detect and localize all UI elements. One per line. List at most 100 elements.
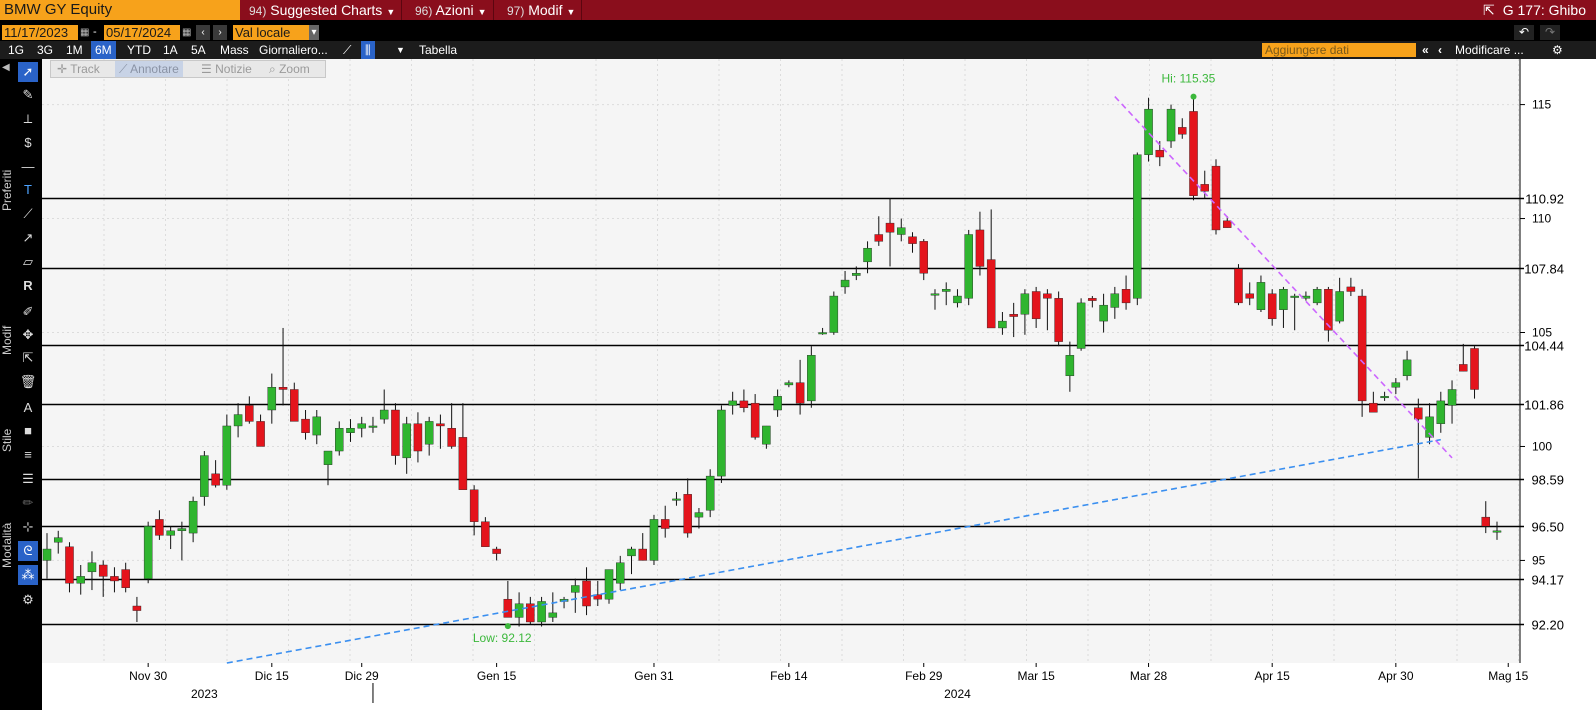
- trendline-icon[interactable]: ⟋: [18, 204, 38, 224]
- modify-button[interactable]: Modificare ...: [1451, 41, 1528, 59]
- candle-body: [278, 387, 288, 390]
- move-icon[interactable]: ✥: [18, 325, 38, 345]
- x-tick-label: Nov 30: [129, 669, 167, 683]
- year-label: 2024: [944, 687, 971, 701]
- dollar-tool-icon[interactable]: $: [18, 133, 38, 153]
- add-data-input[interactable]: Aggiungere dati: [1262, 43, 1416, 57]
- x-tick-label: Mar 15: [1017, 669, 1055, 683]
- azioni-menu[interactable]: 96) Azioni ▼: [409, 0, 494, 20]
- candle-body: [1043, 293, 1052, 299]
- export-icon[interactable]: ⇱: [1483, 2, 1495, 18]
- candle-body: [1009, 314, 1018, 317]
- candle-body: [447, 428, 456, 447]
- hi-label: Hi: 115.35: [1162, 72, 1216, 86]
- currency-select[interactable]: Val locale: [233, 25, 309, 40]
- candle-body: [1459, 364, 1468, 372]
- y-tick-label: 115: [1532, 98, 1551, 112]
- channel-icon[interactable]: ▱: [18, 252, 38, 272]
- x-tick-label: Apr 15: [1255, 669, 1291, 683]
- prev-period-button[interactable]: ‹: [196, 25, 210, 40]
- y-tick-label: 95: [1532, 553, 1546, 567]
- section-modif[interactable]: Modif: [0, 305, 16, 375]
- percent-tool-icon[interactable]: ⟂: [18, 109, 38, 129]
- candle-body: [1346, 286, 1356, 292]
- toolbar-collapse-icon[interactable]: ◀: [2, 62, 10, 73]
- line-chart-icon[interactable]: ⟋: [339, 41, 355, 59]
- news-label: Notizie: [215, 62, 252, 76]
- candle-body: [897, 227, 906, 235]
- zoom-button[interactable]: ⌕ Zoom: [265, 61, 314, 77]
- tf-3g[interactable]: 3G: [33, 41, 57, 59]
- tf-5a[interactable]: 5A: [187, 41, 210, 59]
- start-date-input[interactable]: 11/17/2023: [2, 25, 78, 40]
- chevron-down-icon[interactable]: ▾: [309, 25, 319, 40]
- regression-icon[interactable]: R: [18, 276, 38, 296]
- track-button[interactable]: ✛ Track: [53, 61, 104, 77]
- tf-1g[interactable]: 1G: [4, 41, 28, 59]
- next-period-button[interactable]: ›: [213, 25, 227, 40]
- ray-icon[interactable]: ↗: [18, 228, 38, 248]
- candle-body: [166, 530, 175, 536]
- calendar-icon[interactable]: ▦: [80, 25, 90, 40]
- candle-body: [1144, 108, 1153, 155]
- font-style-icon[interactable]: A: [18, 398, 38, 418]
- candle-body: [76, 576, 85, 584]
- calendar-icon[interactable]: ▦: [182, 25, 192, 40]
- chevron-down-icon[interactable]: ▼: [392, 41, 409, 59]
- tf-ytd[interactable]: YTD: [123, 41, 155, 59]
- end-date-input[interactable]: 05/17/2024: [104, 25, 180, 40]
- color-palette-icon[interactable]: ⁂: [18, 565, 38, 585]
- modif-menu[interactable]: 97) Modif ▼: [501, 0, 583, 20]
- candle-body: [953, 295, 962, 304]
- candle-body: [604, 569, 614, 600]
- candle-body: [143, 526, 153, 579]
- line-weight-icon[interactable]: ≡: [18, 445, 38, 465]
- select-icon[interactable]: ⇱: [18, 348, 38, 368]
- floating-toolbar: ✛ Track ⟋ Annotare ☰ Notizie ⌕ Zoom: [50, 60, 326, 78]
- gear-icon[interactable]: ⚙: [1548, 41, 1567, 59]
- caret-down-icon: ▼: [386, 7, 396, 17]
- suggested-charts-menu[interactable]: 94) Suggested Charts ▼: [243, 0, 403, 20]
- candle-body: [256, 421, 265, 447]
- tf-6m[interactable]: 6M: [91, 41, 116, 59]
- snap-icon[interactable]: ᘓ: [18, 541, 38, 561]
- pointer-icon[interactable]: ➚: [18, 62, 38, 82]
- price-chart[interactable]: 110.92 107.84 104.44 101.86 98.59 96.50 94.17 9…: [42, 59, 1596, 710]
- menu-number: 94): [249, 4, 267, 18]
- text-tool-icon[interactable]: T: [18, 180, 38, 200]
- candle-body: [919, 241, 928, 274]
- undo-icon[interactable]: ↶: [1514, 25, 1534, 40]
- x-tick-label: Mag 15: [1488, 669, 1528, 683]
- tf-1a[interactable]: 1A: [159, 41, 182, 59]
- line-style-icon[interactable]: ☰: [18, 469, 38, 489]
- edit-pencil-icon[interactable]: ✐: [18, 302, 38, 322]
- collapse-icon[interactable]: «: [1418, 41, 1433, 59]
- candle-body: [357, 423, 366, 429]
- section-stile[interactable]: Stile: [0, 405, 16, 475]
- tf-max[interactable]: Mass: [216, 41, 253, 59]
- ticker-field[interactable]: BMW GY Equity: [0, 0, 240, 20]
- section-preferiti[interactable]: Preferiti: [0, 145, 16, 235]
- magnet-icon[interactable]: ⊹: [18, 517, 38, 537]
- periodicity-select[interactable]: Giornaliero...: [255, 41, 332, 59]
- annotate-button[interactable]: ⟋ Annotare: [115, 61, 183, 77]
- section-modalita[interactable]: Modalità: [0, 500, 16, 590]
- track-label: Track: [70, 62, 100, 76]
- table-button[interactable]: Tabella: [415, 41, 461, 59]
- candle-body: [436, 423, 445, 427]
- news-button[interactable]: ☰ Notizie: [197, 61, 256, 77]
- tf-1m[interactable]: 1M: [62, 41, 87, 59]
- redo-icon[interactable]: ↷: [1540, 25, 1560, 40]
- candle-body: [852, 273, 861, 276]
- candlestick-icon[interactable]: ⫼: [361, 41, 375, 59]
- pen-icon[interactable]: ✎: [18, 85, 38, 105]
- level-label: 94.17: [1531, 573, 1564, 588]
- candle-body: [1470, 348, 1479, 390]
- trash-icon[interactable]: 🗑: [18, 372, 38, 392]
- expand-icon[interactable]: ‹: [1434, 41, 1446, 59]
- fill-color-icon[interactable]: ■: [18, 421, 38, 441]
- horizontal-line-icon[interactable]: —: [18, 157, 38, 177]
- settings-gear-icon[interactable]: ⚙: [18, 590, 38, 610]
- x-tick-label: Feb 29: [905, 669, 943, 683]
- candle-body: [649, 519, 659, 561]
